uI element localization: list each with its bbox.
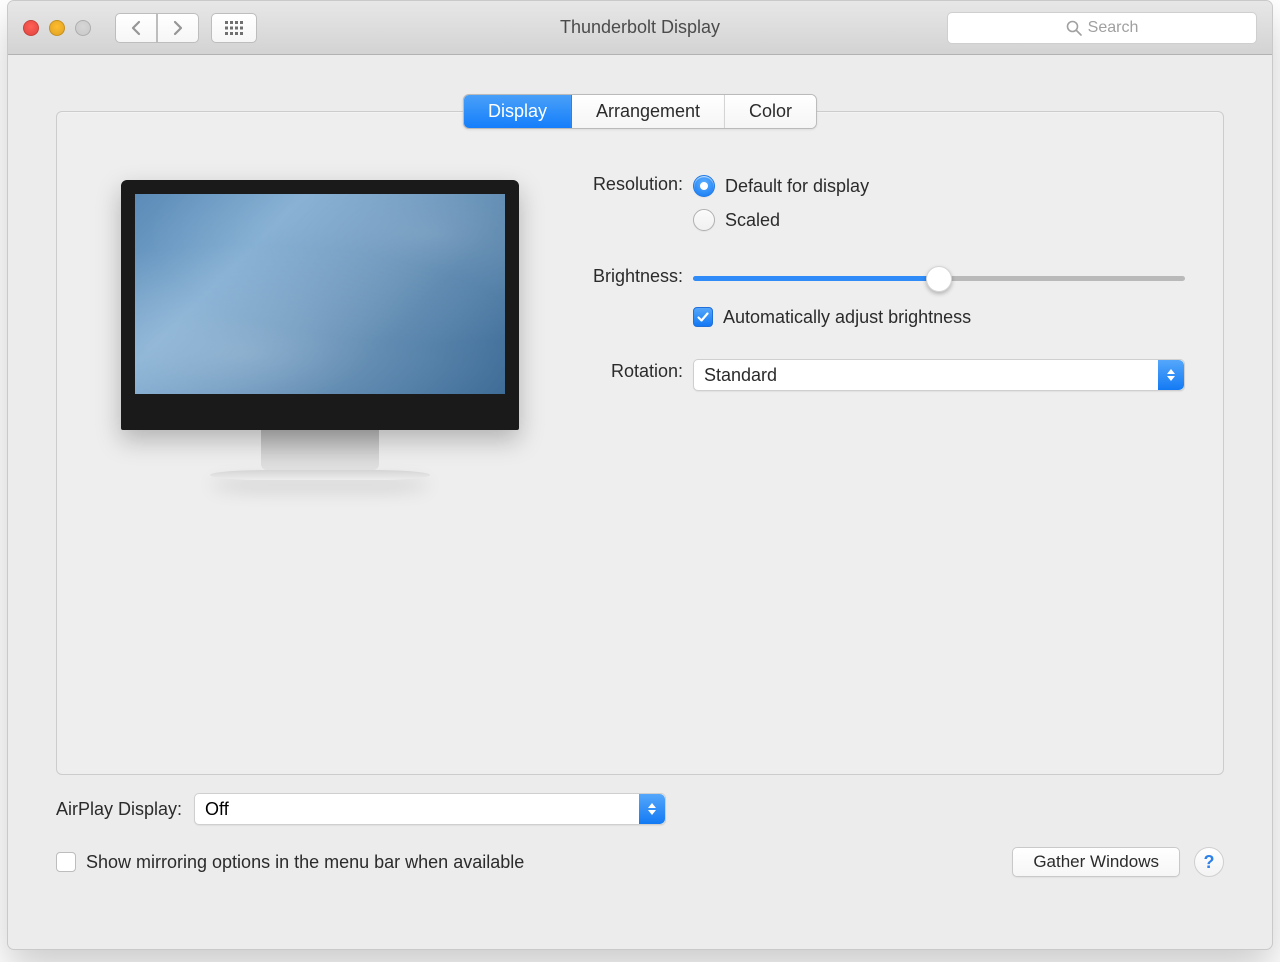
airplay-label: AirPlay Display: — [56, 799, 182, 820]
brightness-fill — [693, 276, 939, 281]
gather-windows-button[interactable]: Gather Windows — [1012, 847, 1180, 877]
brightness-label: Brightness: — [561, 264, 693, 331]
minimize-button[interactable] — [49, 20, 65, 36]
search-placeholder: Search — [1088, 19, 1139, 37]
search-icon — [1066, 20, 1082, 36]
brightness-thumb[interactable] — [926, 266, 952, 292]
nav-group — [115, 13, 199, 43]
tabs: Display Arrangement Color — [463, 94, 817, 129]
radio-selected-icon — [693, 175, 715, 197]
rotation-select[interactable]: Standard — [693, 359, 1185, 391]
select-stepper-icon — [639, 794, 665, 824]
mirroring-label: Show mirroring options in the menu bar w… — [86, 852, 524, 873]
help-button[interactable]: ? — [1194, 847, 1224, 877]
radio-unselected-icon — [693, 209, 715, 231]
search-input[interactable]: Search — [947, 12, 1257, 44]
mirroring-checkbox[interactable] — [56, 852, 76, 872]
gather-windows-label: Gather Windows — [1033, 852, 1159, 872]
airplay-select[interactable]: Off — [194, 793, 666, 825]
chevron-left-icon — [129, 20, 143, 36]
resolution-default-radio[interactable]: Default for display — [693, 172, 1185, 200]
back-button[interactable] — [115, 13, 157, 43]
resolution-scaled-label: Scaled — [725, 210, 780, 231]
airplay-value: Off — [205, 799, 229, 820]
auto-brightness-checkbox[interactable] — [693, 307, 713, 327]
traffic-lights — [23, 20, 91, 36]
chevron-right-icon — [171, 20, 185, 36]
tab-arrangement[interactable]: Arrangement — [572, 95, 725, 128]
tab-display[interactable]: Display — [464, 95, 572, 128]
titlebar: Thunderbolt Display Search — [8, 1, 1272, 55]
resolution-scaled-radio[interactable]: Scaled — [693, 206, 1185, 234]
preferences-window: Thunderbolt Display Search Display Arran… — [7, 0, 1273, 950]
checkmark-icon — [696, 310, 710, 324]
resolution-default-label: Default for display — [725, 176, 869, 197]
close-button[interactable] — [23, 20, 39, 36]
rotation-label: Rotation: — [561, 359, 693, 391]
brightness-slider[interactable] — [693, 276, 1185, 281]
tab-container: Display Arrangement Color Res — [56, 111, 1224, 775]
rotation-value: Standard — [704, 365, 777, 386]
forward-button[interactable] — [157, 13, 199, 43]
display-preview — [121, 180, 519, 480]
select-stepper-icon — [1158, 360, 1184, 390]
resolution-label: Resolution: — [561, 172, 693, 240]
grid-icon — [225, 21, 243, 35]
show-all-button[interactable] — [211, 13, 257, 43]
auto-brightness-label: Automatically adjust brightness — [723, 307, 971, 328]
zoom-button — [75, 20, 91, 36]
tab-color[interactable]: Color — [725, 95, 816, 128]
help-icon: ? — [1204, 852, 1215, 873]
